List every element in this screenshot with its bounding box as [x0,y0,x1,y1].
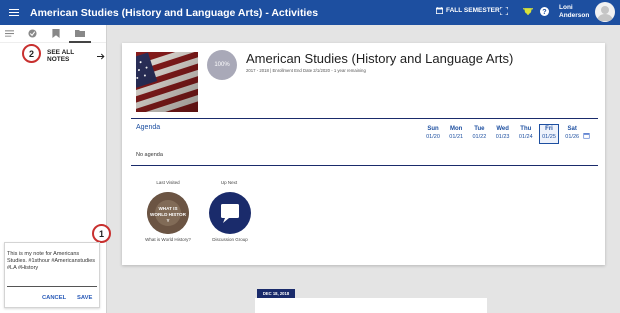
agenda-day-date: 01/25 [542,134,556,140]
cancel-button[interactable]: CANCEL [42,295,66,301]
semester-selector[interactable]: FALL SEMESTER [436,7,500,14]
course-title: American Studies (History and Language A… [246,51,514,66]
see-all-notes-label: SEE ALL NOTES [47,49,75,63]
agenda-day-date: 01/26 [565,134,580,140]
user-last-name: Anderson [559,12,590,19]
agenda-day-wed[interactable]: Wed 01/23 [493,126,513,140]
help-icon[interactable]: ? [540,7,549,16]
svg-text:?: ? [542,7,546,16]
folder-icon[interactable] [75,29,85,37]
agenda-top-divider [131,118,598,119]
trophy-icon[interactable] [523,7,533,16]
agenda-day-date: 01/22 [472,134,487,140]
agenda-day-date: 01/24 [518,134,533,140]
note-textarea[interactable]: This is my note for Americans Studies. #… [7,251,99,272]
progress-circle: 100% [207,50,237,80]
arrow-right-icon [97,53,106,59]
agenda-day-date: 01/21 [449,134,464,140]
course-card: 100% American Studies (History and Langu… [122,43,605,265]
user-first-name: Loni [559,4,573,11]
save-button[interactable]: SAVE [77,295,92,301]
semester-label: FALL SEMESTER [446,7,500,14]
user-name: Loni Anderson [559,4,589,20]
agenda-day-sun[interactable]: Sun 01/20 [423,126,443,140]
active-tab-indicator [69,41,91,43]
last-visited-tile[interactable]: WHAT IS WORLD HISTOR Y [147,192,189,234]
callout-badge-1: 1 [92,224,111,243]
up-next-label: Up Next [220,180,238,185]
user-avatar-icon[interactable] [595,2,615,22]
agenda-day-fri[interactable]: Fri 01/25 [539,124,559,144]
note-underline [7,286,97,287]
agenda-day-name: Sat [567,126,577,132]
note-editor: This is my note for Americans Studies. #… [4,242,100,308]
last-visited-label: Last Visited [156,180,180,185]
fullscreen-icon[interactable] [500,7,508,15]
agenda-day-tue[interactable]: Tue 01/22 [469,126,489,140]
feed-card [255,298,487,313]
calendar-picker-icon[interactable] [583,132,590,139]
agenda-day-name: Thu [520,126,532,132]
agenda-day-name: Wed [496,126,509,132]
callout-badge-2: 2 [22,44,41,63]
svg-text:WORLD HISTOR: WORLD HISTOR [150,212,187,217]
agenda-day-name: Tue [474,126,485,132]
up-next-tile[interactable] [209,192,251,234]
menu-icon[interactable] [9,8,19,17]
chat-bubble-icon [221,204,239,223]
agenda-day-thu[interactable]: Thu 01/24 [516,126,536,140]
agenda-day-date: 01/23 [495,134,510,140]
see-all-notes-link[interactable]: SEE ALL NOTES [47,49,106,63]
agenda-label: Agenda [136,124,161,131]
agenda-day-name: Sun [427,126,439,132]
notes-sidebar: 2 SEE ALL NOTES 1 This is my note for Am… [0,25,111,313]
svg-text:WHAT IS: WHAT IS [158,206,177,211]
list-icon[interactable] [5,29,14,37]
course-image [136,52,198,112]
check-icon[interactable] [28,29,37,38]
agenda-day-name: Fri [545,126,553,132]
agenda-bottom-divider [131,165,598,166]
bookmark-icon[interactable] [52,29,60,38]
up-next-caption: Discussion Group [212,237,248,242]
feed-date-chip: DEC 18, 2018 [257,289,295,298]
app-header: American Studies (History and Language A… [0,0,620,25]
agenda-day-name: Mon [450,126,463,132]
no-agenda-text: No agenda [136,152,163,158]
course-subtitle: 2017 - 2018 | Enrollment End Date 2/1/20… [246,68,366,73]
agenda-day-sat[interactable]: Sat 01/26 [562,126,582,140]
last-visited-caption: What is World History? [145,237,191,242]
agenda-day-date: 01/20 [426,134,440,140]
agenda-day-mon[interactable]: Mon 01/21 [446,126,466,140]
calendar-icon [436,7,443,14]
page-title: American Studies (History and Language A… [30,6,319,19]
sidebar-tabs [0,25,106,43]
svg-text:Y: Y [166,218,169,223]
